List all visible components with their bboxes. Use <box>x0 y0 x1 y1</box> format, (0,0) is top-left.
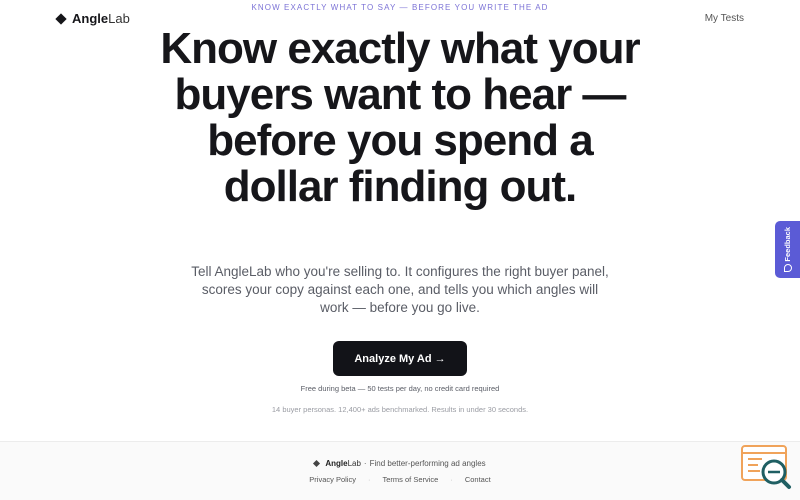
footer-brand-rest: Lab <box>347 459 361 468</box>
feedback-label: Feedback <box>783 226 792 262</box>
hero-subtext: Tell AngleLab who you're selling to. It … <box>191 264 609 315</box>
hero-headline: Know exactly what your buyers want to he… <box>160 24 640 211</box>
footer-brand: Angle Lab · Find better-performing ad an… <box>0 459 800 468</box>
contact-link[interactable]: Contact <box>465 475 491 484</box>
footer-brand-bold: Angle <box>325 459 348 468</box>
footer-diamond-icon <box>313 459 321 468</box>
terms-of-service-link[interactable]: Terms of Service <box>382 475 438 484</box>
footer-links: Privacy Policy · Terms of Service · Cont… <box>0 475 800 484</box>
brand-logo[interactable]: Angle Lab <box>55 11 130 26</box>
footer-link-separator: · <box>450 475 453 484</box>
stats-line: 14 buyer personas. 12,400+ ads benchmark… <box>271 405 529 414</box>
footer-brand-separator: · <box>363 459 367 468</box>
footer-tagline: Find better-performing ad angles <box>369 459 486 468</box>
footer-link-separator: · <box>367 475 371 484</box>
diamond-logo-icon <box>55 12 67 25</box>
analyze-ad-button[interactable]: Analyze My Ad → <box>333 341 467 376</box>
beta-note: Free during beta — 50 tests per day, no … <box>300 384 500 393</box>
footer: Angle Lab · Find better-performing ad an… <box>0 441 800 500</box>
support-widget[interactable] <box>740 444 792 490</box>
privacy-policy-link[interactable]: Privacy Policy <box>309 475 356 484</box>
brand-name-rest: Lab <box>108 11 130 26</box>
support-chat-search-icon <box>741 445 791 489</box>
brand-name-bold: Angle <box>72 11 109 26</box>
feedback-tab[interactable]: Feedback <box>775 221 800 278</box>
my-tests-link[interactable]: My Tests <box>705 13 744 24</box>
top-tagline: KNOW EXACTLY WHAT TO SAY — BEFORE YOU WR… <box>251 3 549 12</box>
chat-bubble-icon <box>783 264 792 273</box>
